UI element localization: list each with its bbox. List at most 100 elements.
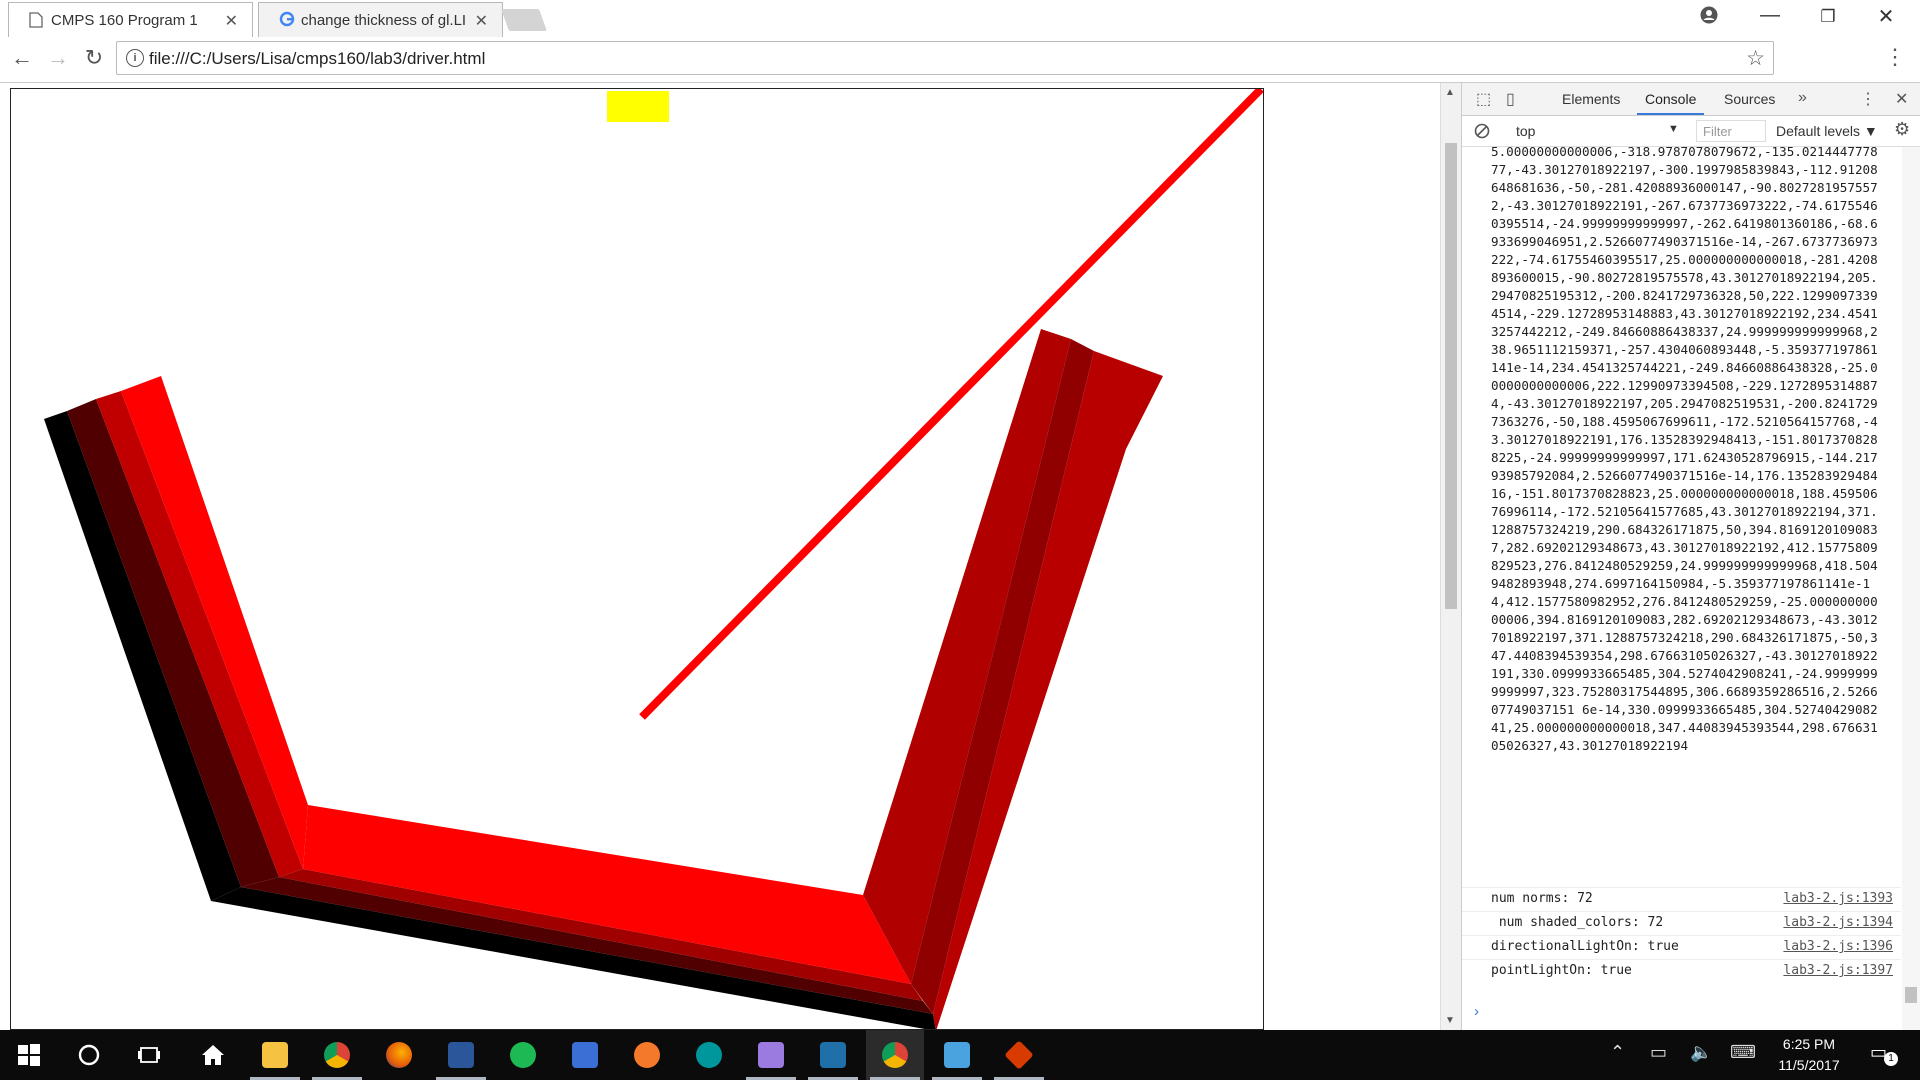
chrome-icon [324, 1042, 350, 1068]
tab-console[interactable]: Console [1636, 91, 1705, 115]
network-icon [572, 1042, 598, 1068]
log-source-link[interactable]: lab3-2.js:1394 [1783, 915, 1893, 930]
tab-title: CMPS 160 Program 1 [51, 12, 198, 29]
taskbar-word[interactable] [432, 1030, 490, 1080]
device-toolbar-icon[interactable]: ▯ [1506, 89, 1515, 109]
close-window-button[interactable]: ✕ [1866, 4, 1906, 29]
new-tab-button[interactable] [500, 9, 548, 31]
restore-button[interactable]: ❐ [1808, 7, 1848, 27]
log-levels-label: Default levels [1776, 123, 1861, 139]
close-devtools-icon[interactable]: ✕ [1895, 89, 1908, 109]
volume-icon[interactable]: 🔈 [1690, 1042, 1712, 1063]
blender-icon [634, 1042, 660, 1068]
chrome-menu-icon[interactable]: ⋮ [1884, 44, 1906, 70]
taskbar-file-explorer[interactable] [246, 1030, 304, 1080]
taskbar-blender[interactable] [618, 1030, 676, 1080]
taskbar-firefox[interactable] [370, 1030, 428, 1080]
taskbar-arduino[interactable] [680, 1030, 738, 1080]
notification-button[interactable]: ▭ 1 [1870, 1042, 1898, 1066]
spotify-icon [510, 1042, 536, 1068]
tab-strip: CMPS 160 Program 1 ✕ change thickness of… [0, 0, 1920, 37]
scrollbar-thumb[interactable] [1445, 143, 1457, 609]
yellow-square [607, 91, 669, 122]
more-tabs-icon[interactable]: » [1798, 89, 1807, 107]
address-bar[interactable]: i file:///C:/Users/Lisa/cmps160/lab3/dri… [116, 41, 1774, 75]
back-button[interactable]: ← [8, 45, 36, 71]
console-log-line: pointLightOn: true lab3-2.js:1397 [1462, 959, 1901, 984]
notification-count: 1 [1884, 1052, 1898, 1066]
log-source-link[interactable]: lab3-2.js:1393 [1783, 891, 1893, 906]
reload-button[interactable]: ↻ [80, 45, 108, 71]
monitor-icon [944, 1042, 970, 1068]
scrollbar-thumb[interactable] [1905, 987, 1917, 1003]
minimize-button[interactable]: — [1750, 4, 1790, 27]
browser-toolbar: ← → ↻ i file:///C:/Users/Lisa/cmps160/la… [0, 37, 1920, 83]
webgl-canvas[interactable] [10, 88, 1264, 1030]
tab-sources[interactable]: Sources [1724, 91, 1775, 107]
log-levels-dropdown[interactable]: Default levels ▼ [1776, 123, 1878, 139]
forward-button[interactable]: → [44, 45, 72, 71]
log-source-link[interactable]: lab3-2.js:1397 [1783, 963, 1893, 978]
info-icon[interactable]: i [126, 49, 144, 67]
clear-console-icon[interactable] [1474, 123, 1490, 139]
tab-google-search[interactable]: change thickness of gl.LI ✕ [258, 2, 503, 37]
taskbar-bracket-app[interactable] [804, 1030, 862, 1080]
windows-taskbar: ⌃ ▭ 🔈 ⌨ 6:25 PM 11/5/2017 ▭ 1 [0, 1030, 1920, 1080]
devtools-tabbar: ⬚ ▯ Elements Console Sources » ⋮ ✕ [1462, 83, 1920, 116]
devtools-panel: ⬚ ▯ Elements Console Sources » ⋮ ✕ top ▼… [1461, 83, 1920, 1030]
taskbar-chrome[interactable] [308, 1030, 366, 1080]
bookmark-star-icon[interactable]: ☆ [1746, 46, 1765, 71]
system-clock[interactable]: 6:25 PM 11/5/2017 [1764, 1034, 1854, 1076]
task-view-button[interactable] [120, 1030, 178, 1080]
flower-icon [758, 1042, 784, 1068]
console-output: 5.00000000000006,-318.9787078079672,-135… [1462, 147, 1901, 1007]
context-selector[interactable]: top [1516, 123, 1535, 139]
close-icon[interactable]: ✕ [225, 11, 238, 31]
log-message: directionalLightOn: true [1491, 939, 1679, 954]
taskbar-git-app[interactable] [990, 1030, 1048, 1080]
chevron-down-icon[interactable]: ▼ [1668, 123, 1679, 135]
devtools-menu-icon[interactable]: ⋮ [1860, 89, 1876, 109]
firefox-icon [386, 1042, 412, 1068]
console-log-line: num norms: 72 lab3-2.js:1393 [1462, 887, 1901, 912]
chevron-up-icon[interactable]: ⌃ [1610, 1042, 1625, 1063]
folder-icon [262, 1042, 288, 1068]
taskbar-chrome-active[interactable] [866, 1030, 924, 1080]
arduino-icon [696, 1042, 722, 1068]
console-log-line: num shaded_colors: 72 lab3-2.js:1394 [1462, 911, 1901, 936]
console-scrollbar[interactable] [1902, 147, 1920, 1030]
taskbar-network-app[interactable] [556, 1030, 614, 1080]
console-filter-input[interactable]: Filter [1696, 120, 1766, 142]
search-circle-icon [78, 1044, 100, 1066]
start-button[interactable] [0, 1030, 58, 1080]
tab-cmps160[interactable]: CMPS 160 Program 1 ✕ [8, 2, 253, 37]
tab-elements[interactable]: Elements [1562, 91, 1620, 107]
taskbar-spotify[interactable] [494, 1030, 552, 1080]
page-scrollbar[interactable]: ▲ ▼ [1440, 83, 1461, 1030]
profile-icon[interactable] [1700, 6, 1718, 24]
document-icon [29, 12, 43, 28]
inspect-element-icon[interactable]: ⬚ [1476, 89, 1491, 109]
keyboard-icon[interactable]: ⌨ [1730, 1042, 1756, 1063]
scene-render [44, 89, 1263, 1029]
console-prompt-icon[interactable]: › [1474, 1003, 1479, 1020]
scroll-up-icon[interactable]: ▲ [1445, 87, 1455, 98]
log-message: num shaded_colors: 72 [1491, 915, 1664, 930]
git-icon [1004, 1040, 1034, 1070]
log-source-link[interactable]: lab3-2.js:1396 [1783, 939, 1893, 954]
taskbar-home[interactable] [184, 1030, 242, 1080]
page-viewport [0, 83, 1440, 1030]
url-text[interactable]: file:///C:/Users/Lisa/cmps160/lab3/drive… [149, 49, 485, 69]
scroll-down-icon[interactable]: ▼ [1445, 1015, 1455, 1026]
gear-icon[interactable]: ⚙ [1894, 119, 1910, 140]
task-view-icon [138, 1047, 160, 1063]
taskbar-remote-app[interactable] [928, 1030, 986, 1080]
word-icon [448, 1042, 474, 1068]
console-log-line: directionalLightOn: true lab3-2.js:1396 [1462, 935, 1901, 960]
close-icon[interactable]: ✕ [475, 11, 488, 31]
battery-icon[interactable]: ▭ [1650, 1042, 1667, 1063]
taskbar-paint-app[interactable] [742, 1030, 800, 1080]
log-message: num norms: 72 [1491, 891, 1593, 906]
cortana-button[interactable] [60, 1030, 118, 1080]
google-icon [279, 11, 295, 27]
